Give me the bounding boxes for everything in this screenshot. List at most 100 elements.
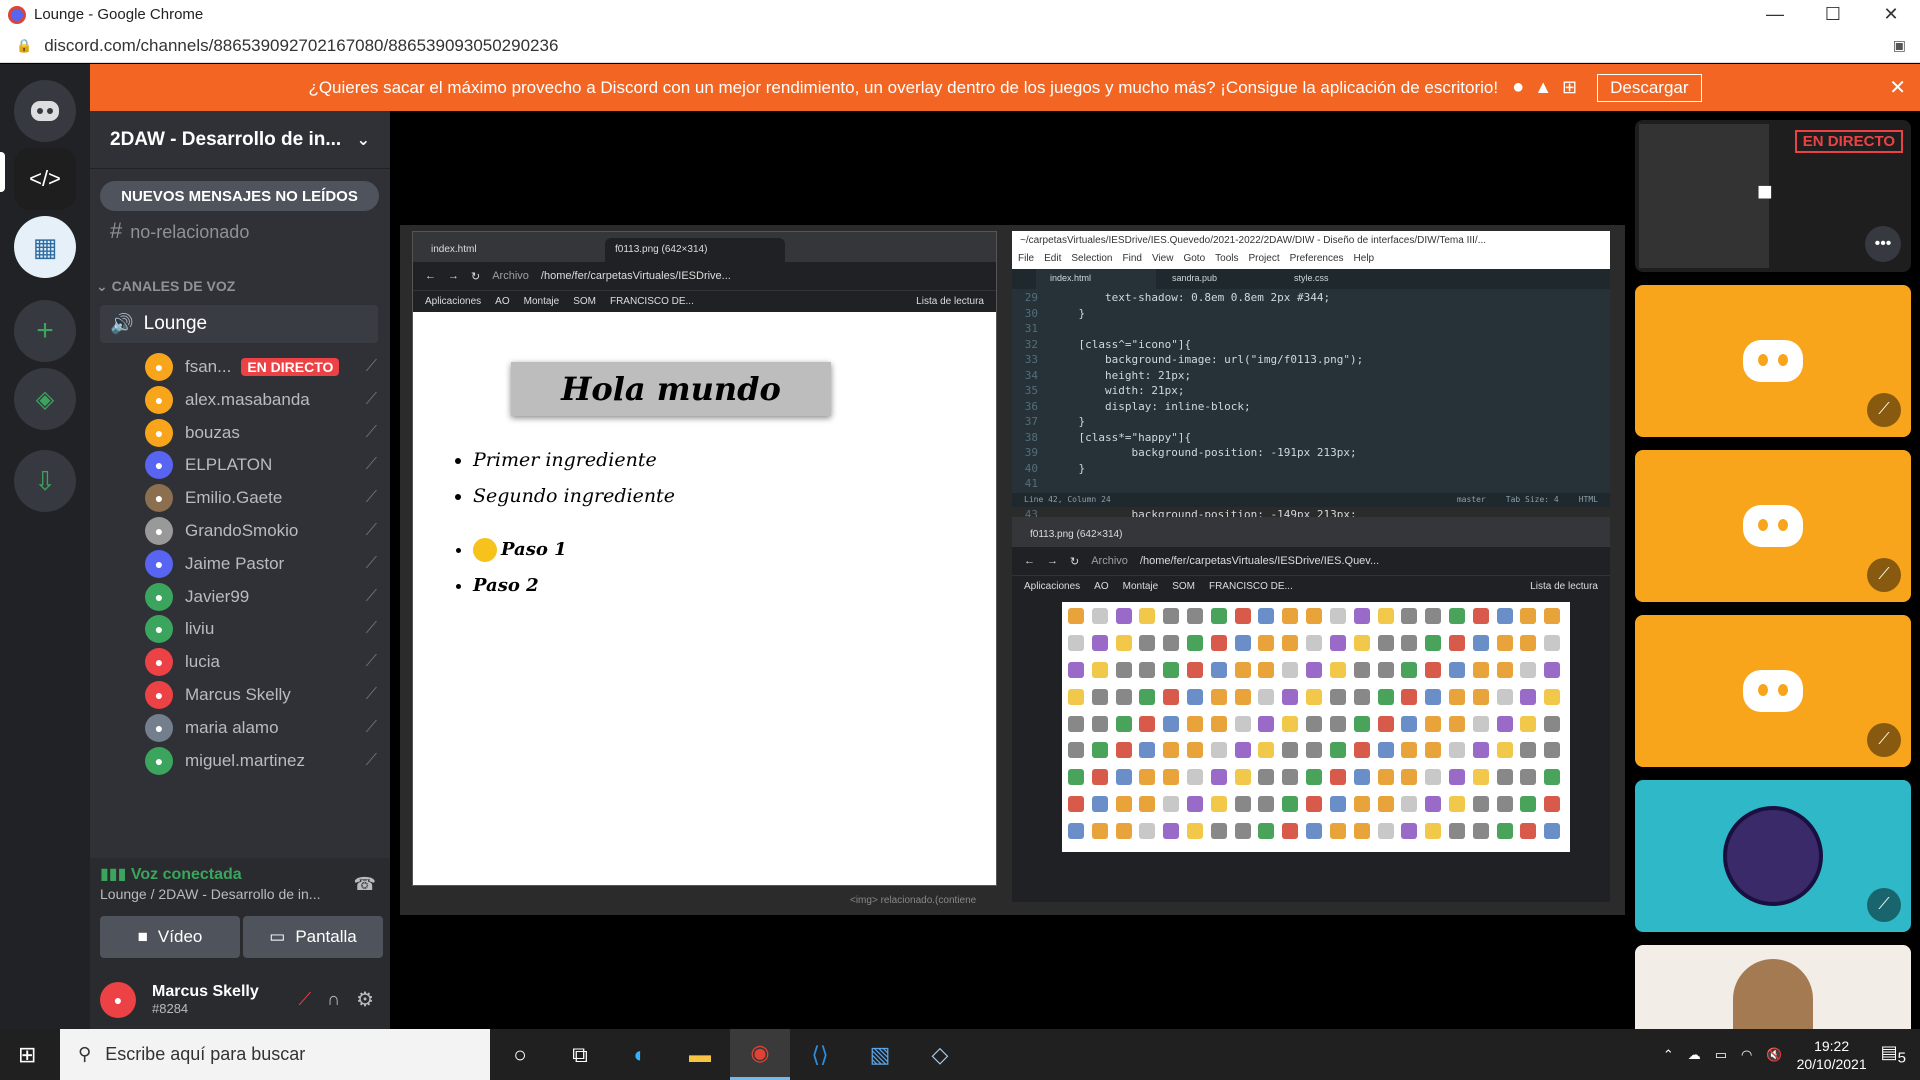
disconnect-icon[interactable]: ☎ xyxy=(354,874,376,895)
tab-f0113[interactable]: f0113.png (642×314) xyxy=(605,238,785,262)
discord-home-icon[interactable] xyxy=(14,80,76,142)
download-apps-icon[interactable]: ⇩ xyxy=(14,450,76,512)
voice-channel-path[interactable]: Lounge / 2DAW - Desarrollo de in... xyxy=(100,886,320,902)
menu-item[interactable]: Goto xyxy=(1183,253,1205,269)
server-map-icon[interactable]: ▦ xyxy=(14,216,76,278)
voice-user[interactable]: ● Javier99 ⟋ xyxy=(145,579,385,615)
notifications-icon[interactable]: ▤5 xyxy=(1881,1042,1906,1067)
close-banner-icon[interactable]: ✕ xyxy=(1889,75,1906,100)
bookmark-item[interactable]: Montaje xyxy=(524,296,560,307)
maximize-button[interactable]: ☐ xyxy=(1804,4,1862,25)
menu-item[interactable]: View xyxy=(1152,253,1174,269)
edge-icon[interactable]: ◐ xyxy=(610,1029,670,1080)
voice-user[interactable]: ● GrandoSmokio ⟋ xyxy=(145,513,385,549)
menu-item[interactable]: Help xyxy=(1354,253,1375,269)
task-view-icon[interactable]: ⧉ xyxy=(550,1029,610,1080)
windows-start-icon[interactable]: ⊞ xyxy=(18,1042,36,1068)
voice-category[interactable]: ⌄ CANALES DE VOZ xyxy=(96,278,235,295)
bookmark-item[interactable]: Aplicaciones xyxy=(1024,581,1080,592)
more-options-icon[interactable]: ••• xyxy=(1865,226,1901,262)
bookmark-item[interactable]: SOM xyxy=(573,296,596,307)
voice-user[interactable]: ● lucia ⟋ xyxy=(145,644,385,680)
menu-item[interactable]: Selection xyxy=(1071,253,1112,269)
reading-list[interactable]: Lista de lectura xyxy=(1530,581,1598,592)
cortana-icon[interactable]: ○ xyxy=(490,1029,550,1080)
bookmark-item[interactable]: FRANCISCO DE... xyxy=(1209,581,1293,592)
photos-icon[interactable]: ▧ xyxy=(850,1029,910,1080)
volume-muted-icon[interactable]: 🔇 xyxy=(1766,1047,1782,1063)
chevron-up-icon[interactable]: ⌃ xyxy=(1663,1047,1674,1063)
participant-tile[interactable]: ⟋ xyxy=(1635,450,1911,602)
screen-share-button[interactable]: ▭ Pantalla xyxy=(243,916,383,958)
file-explorer-icon[interactable]: ▬ xyxy=(670,1029,730,1080)
bookmark-item[interactable]: AO xyxy=(1094,581,1108,592)
voice-user[interactable]: ● miguel.martinez ⟋ xyxy=(145,743,385,779)
minimize-button[interactable]: — xyxy=(1746,4,1804,25)
cloud-icon[interactable]: ☁ xyxy=(1688,1047,1701,1063)
mute-mic-icon[interactable]: ⟋ xyxy=(299,989,312,1010)
cast-icon[interactable]: ▣ xyxy=(1893,37,1906,54)
voice-user[interactable]: ● maria alamo ⟋ xyxy=(145,710,385,746)
bookmark-item[interactable]: Aplicaciones xyxy=(425,296,481,307)
browser-address-bar[interactable]: ← → ↻ Archivo /home/fer/carpetasVirtuales/… xyxy=(1012,547,1610,575)
menu-item[interactable]: File xyxy=(1018,253,1034,269)
editor-tab[interactable]: style.css xyxy=(1280,269,1400,289)
participant-tile[interactable]: ⟋ xyxy=(1635,285,1911,437)
download-button[interactable]: Descargar xyxy=(1597,73,1702,102)
voice-user[interactable]: ● ELPLATON ⟋ xyxy=(145,447,385,483)
bookmark-item[interactable]: Montaje xyxy=(1123,581,1159,592)
taskbar-search[interactable]: ⚲ Escribe aquí para buscar xyxy=(60,1029,490,1080)
reload-icon[interactable]: ↻ xyxy=(1070,555,1079,568)
menu-item[interactable]: Find xyxy=(1123,253,1142,269)
screen-share-view[interactable]: index.html f0113.png (642×314) ← → ↻ Archi… xyxy=(400,225,1625,915)
voice-user[interactable]: ● Marcus Skelly ⟋ xyxy=(145,677,385,713)
explore-servers-icon[interactable]: ◈ xyxy=(14,368,76,430)
menu-item[interactable]: Project xyxy=(1249,253,1280,269)
participant-tile[interactable] xyxy=(1635,945,1911,1029)
channel-no-relacionado[interactable]: # no-relacionado xyxy=(110,218,249,244)
voice-user[interactable]: ● Emilio.Gaete ⟋ xyxy=(145,480,385,516)
url-text[interactable]: discord.com/channels/886539092702167080/… xyxy=(44,36,558,56)
headphones-icon[interactable]: ∩ xyxy=(327,989,340,1010)
add-server-icon[interactable]: + xyxy=(14,300,76,362)
video-button[interactable]: ■ Vídeo xyxy=(100,916,240,958)
menu-item[interactable]: Preferences xyxy=(1290,253,1344,269)
virtualbox-icon[interactable]: ◇ xyxy=(910,1029,970,1080)
tab-f0113[interactable]: f0113.png (642×314) xyxy=(1020,523,1200,547)
chevron-down-icon[interactable]: ⌄ xyxy=(357,130,370,150)
menu-item[interactable]: Edit xyxy=(1044,253,1061,269)
code-area[interactable]: 29 text-shadow: 0.8em 0.8em 2px #344; 30 … xyxy=(1012,289,1610,555)
server-code-icon[interactable]: </> xyxy=(14,148,76,210)
reading-list[interactable]: Lista de lectura xyxy=(916,296,984,307)
chrome-icon[interactable]: ◉ xyxy=(730,1029,790,1080)
wifi-icon[interactable]: ◠ xyxy=(1741,1047,1752,1063)
server-header[interactable]: 2DAW - Desarrollo de in... ⌄ xyxy=(90,111,390,169)
participant-tile[interactable]: ⟋ xyxy=(1635,780,1911,932)
close-button[interactable]: ✕ xyxy=(1862,4,1920,25)
vscode-icon[interactable]: ⟨⟩ xyxy=(790,1029,850,1080)
voice-user[interactable]: ● fsan... EN DIRECTO ⟋ xyxy=(145,349,385,385)
bookmark-item[interactable]: AO xyxy=(495,296,509,307)
participant-tile[interactable]: ⟋ xyxy=(1635,615,1911,767)
editor-tab[interactable]: index.html xyxy=(1036,269,1156,289)
avatar[interactable]: ● xyxy=(100,981,136,1018)
bookmark-item[interactable]: SOM xyxy=(1172,581,1195,592)
gear-icon[interactable]: ⚙ xyxy=(356,987,374,1012)
voice-user[interactable]: ● alex.masabanda ⟋ xyxy=(145,382,385,418)
forward-icon[interactable]: → xyxy=(448,270,459,282)
unread-messages-pill[interactable]: NUEVOS MENSAJES NO LEÍDOS xyxy=(100,181,379,211)
clock[interactable]: 19:22 20/10/2021 xyxy=(1797,1037,1867,1073)
voice-user[interactable]: ● liviu ⟋ xyxy=(145,611,385,647)
voice-user[interactable]: ● bouzas ⟋ xyxy=(145,415,385,451)
voice-user[interactable]: ● Jaime Pastor ⟋ xyxy=(145,546,385,582)
voice-channel-lounge[interactable]: 🔊 Lounge xyxy=(100,305,378,343)
back-icon[interactable]: ← xyxy=(425,270,436,282)
back-icon[interactable]: ← xyxy=(1024,555,1035,567)
browser-address-bar[interactable]: ← → ↻ Archivo /home/fer/carpetasVirtuales/… xyxy=(413,262,996,290)
bookmark-item[interactable]: FRANCISCO DE... xyxy=(610,296,694,307)
live-stream-tile[interactable]: EN DIRECTO ■ ••• xyxy=(1635,120,1911,272)
battery-icon[interactable]: ▭ xyxy=(1715,1047,1727,1063)
forward-icon[interactable]: → xyxy=(1047,555,1058,567)
reload-icon[interactable]: ↻ xyxy=(471,270,480,283)
menu-item[interactable]: Tools xyxy=(1215,253,1238,269)
